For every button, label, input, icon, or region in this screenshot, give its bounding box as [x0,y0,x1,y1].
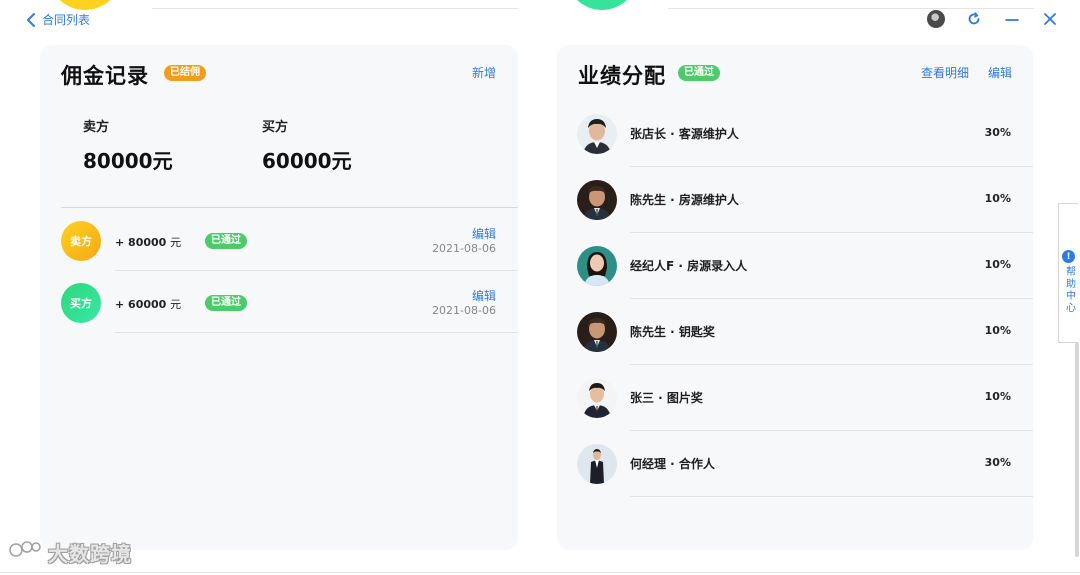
avatar-woman [577,246,617,286]
contract-detail-page: 合同列表 佣金记录 已结佣 新增 卖方 80000元 买方 60000元 卖方 [0,0,1080,575]
help-center-label: 帮助中心 [1063,266,1075,314]
performer-percent: 30% [984,456,1011,469]
performer-percent: 10% [984,258,1011,271]
window-controls [926,9,1060,29]
scrollbar[interactable] [1075,342,1079,557]
record-amount-value: + 80000 [115,236,167,249]
performance-row[interactable]: 张店长 · 客源维护人 30% [557,101,1033,167]
user-avatar[interactable] [926,9,946,29]
edit-record-button[interactable]: 编辑 [472,287,496,304]
record-status-badge: 已通过 [205,295,247,311]
performer-name-role: 经纪人F · 房源录入人 [630,259,748,273]
buyer-label: 买方 [262,120,289,135]
performance-row[interactable]: 经纪人F · 房源录入人 10% [557,233,1033,299]
avatar-man-3 [577,378,617,418]
performer-name-role: 陈先生 · 钥匙奖 [630,325,715,339]
record-amount-value: + 60000 [115,298,167,311]
performer-name-role: 张三 · 图片奖 [630,391,703,405]
view-details-link[interactable]: 查看明细 [921,64,969,81]
performer-percent: 30% [984,126,1011,139]
performer-name-role: 何经理 · 合作人 [630,457,715,471]
buyer-amount: 60000元 [262,149,352,173]
commission-title: 佣金记录 [61,64,149,88]
record-amount: + 60000 元 [115,296,181,312]
record-date: 2021-08-06 [432,242,496,255]
seller-summary: 卖方 80000元 [83,116,173,174]
help-icon: ! [1062,250,1075,263]
performer-name-role: 张店长 · 客源维护人 [630,127,739,141]
buyer-top-circle [566,0,638,10]
help-center-tab[interactable]: ! 帮助中心 [1058,203,1078,343]
avatar-man-4 [577,444,617,484]
record-amount-unit: 元 [170,298,182,311]
buyer-tag: 买方 [61,283,101,323]
back-label: 合同列表 [42,13,91,27]
record-date: 2021-08-06 [432,304,496,317]
commission-card: 佣金记录 已结佣 新增 卖方 80000元 买方 60000元 卖方 + 800… [40,45,518,550]
seller-top-circle [48,0,122,10]
avatar-man-2 [577,312,617,352]
commission-record-row[interactable]: 买方 + 60000 元 已通过 编辑 2021-08-06 [40,271,518,333]
record-amount: + 80000 元 [115,234,181,250]
seller-amount: 80000元 [83,149,173,173]
record-amount-unit: 元 [170,236,182,249]
avatar-man-1 [577,114,617,154]
minimize-icon[interactable] [1002,9,1022,29]
edit-performance-button[interactable]: 编辑 [988,64,1012,81]
back-to-contract-list[interactable]: 合同列表 [26,11,90,28]
row-divider [630,496,1033,497]
watermark-logo-icon [8,539,42,566]
performer-percent: 10% [984,192,1011,205]
performance-status-badge: 已通过 [678,65,720,81]
avatar-man-2 [577,180,617,220]
add-commission-button[interactable]: 新增 [472,64,496,81]
watermark-text: 大数跨境 [48,542,132,566]
refresh-icon[interactable] [964,9,984,29]
chevron-left-icon [26,12,36,27]
performance-row[interactable]: 何经理 · 合作人 30% [557,431,1033,497]
seller-label: 卖方 [83,120,110,135]
summary-divider [61,207,518,208]
commission-record-row[interactable]: 卖方 + 80000 元 已通过 编辑 2021-08-06 [40,209,518,271]
performer-name-role: 陈先生 · 房源维护人 [630,193,739,207]
performance-row[interactable]: 陈先生 · 房源维护人 10% [557,167,1033,233]
performance-row[interactable]: 张三 · 图片奖 10% [557,365,1033,431]
performance-title: 业绩分配 [578,64,666,88]
performance-row[interactable]: 陈先生 · 钥匙奖 10% [557,299,1033,365]
commission-status-badge: 已结佣 [164,65,206,81]
performance-card: 业绩分配 已通过 查看明细 编辑 张店长 · 客源维护人 30% 陈先生 · 房… [557,45,1033,550]
record-status-badge: 已通过 [205,233,247,249]
close-icon[interactable] [1040,9,1060,29]
bottom-divider [0,572,1080,573]
seller-tag: 卖方 [61,221,101,261]
watermark: 大数跨境 [8,538,132,567]
performer-percent: 10% [984,390,1011,403]
performer-percent: 10% [984,324,1011,337]
top-divider-left [152,8,518,9]
edit-record-button[interactable]: 编辑 [472,225,496,242]
buyer-summary: 买方 60000元 [262,116,352,174]
row-divider [115,332,518,333]
